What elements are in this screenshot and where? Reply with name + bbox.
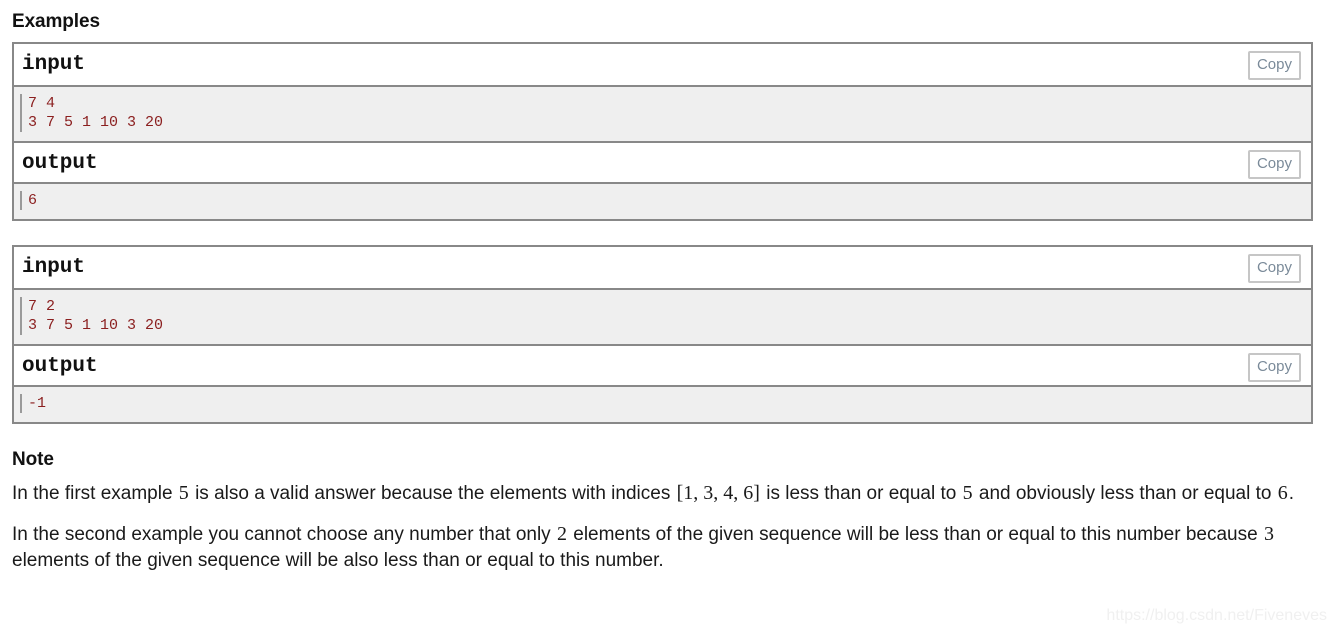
input-title-label: input — [22, 53, 86, 76]
copy-output-button[interactable]: Copy — [1247, 353, 1301, 382]
note-text: is also a valid answer because the eleme… — [189, 483, 676, 504]
copy-input-button[interactable]: Copy — [1247, 254, 1301, 283]
input-line: 7 2 — [20, 297, 1311, 316]
output-title: output Copy — [14, 141, 1311, 182]
output-content: 6 — [14, 182, 1311, 219]
watermark: https://blog.csdn.net/Fiveneves — [1106, 607, 1327, 624]
output-title: output Copy — [14, 344, 1311, 385]
sample-tests-container: input Copy 7 43 7 5 1 10 3 20 output Copy 6 in… — [12, 42, 1313, 424]
output-title-label: output — [22, 355, 98, 378]
note-paragraph: In the first example 5 is also a valid a… — [12, 480, 1323, 507]
input-content: 7 23 7 5 1 10 3 20 — [14, 288, 1311, 344]
math-expression: [1, 3, 4, 6] — [676, 482, 760, 504]
math-expression: 5 — [962, 482, 973, 504]
copy-input-button[interactable]: Copy — [1247, 51, 1301, 80]
note-text: In the second example you cannot choose … — [12, 524, 556, 545]
math-expression: 3 — [1263, 523, 1274, 545]
math-expression: 6 — [1277, 482, 1288, 504]
sample-test-block: input Copy 7 43 7 5 1 10 3 20 output Copy 6 — [12, 42, 1313, 221]
note-text: elements of the given sequence will be l… — [567, 524, 1263, 545]
note-text: elements of the given sequence will be a… — [12, 550, 664, 571]
output-line: 6 — [20, 191, 1311, 210]
output-content: -1 — [14, 385, 1311, 422]
note-heading: Note — [12, 449, 54, 470]
input-title: input Copy — [14, 247, 1311, 288]
note-text: is less than or equal to — [760, 483, 962, 504]
sample-test-block: input Copy 7 23 7 5 1 10 3 20 output Copy -1 — [12, 245, 1313, 424]
math-expression: 2 — [556, 523, 567, 545]
input-content: 7 43 7 5 1 10 3 20 — [14, 85, 1311, 141]
input-title-label: input — [22, 256, 86, 279]
input-line: 3 7 5 1 10 3 20 — [20, 316, 1311, 335]
problem-statement-page: Examples input Copy 7 43 7 5 1 10 3 20 outp… — [0, 0, 1335, 574]
output-line: -1 — [20, 394, 1311, 413]
note-body: In the first example 5 is also a valid a… — [12, 480, 1323, 574]
output-title-label: output — [22, 152, 98, 175]
examples-heading: Examples — [12, 11, 100, 32]
note-paragraph: In the second example you cannot choose … — [12, 521, 1323, 574]
math-expression: 5 — [178, 482, 189, 504]
input-title: input Copy — [14, 44, 1311, 85]
input-line: 3 7 5 1 10 3 20 — [20, 113, 1311, 132]
note-text: In the first example — [12, 483, 178, 504]
note-section: Note In the first example 5 is also a va… — [12, 448, 1323, 574]
copy-output-button[interactable]: Copy — [1247, 150, 1301, 179]
note-text: . — [1288, 483, 1295, 504]
input-line: 7 4 — [20, 94, 1311, 113]
note-text: and obviously less than or equal to — [973, 483, 1277, 504]
